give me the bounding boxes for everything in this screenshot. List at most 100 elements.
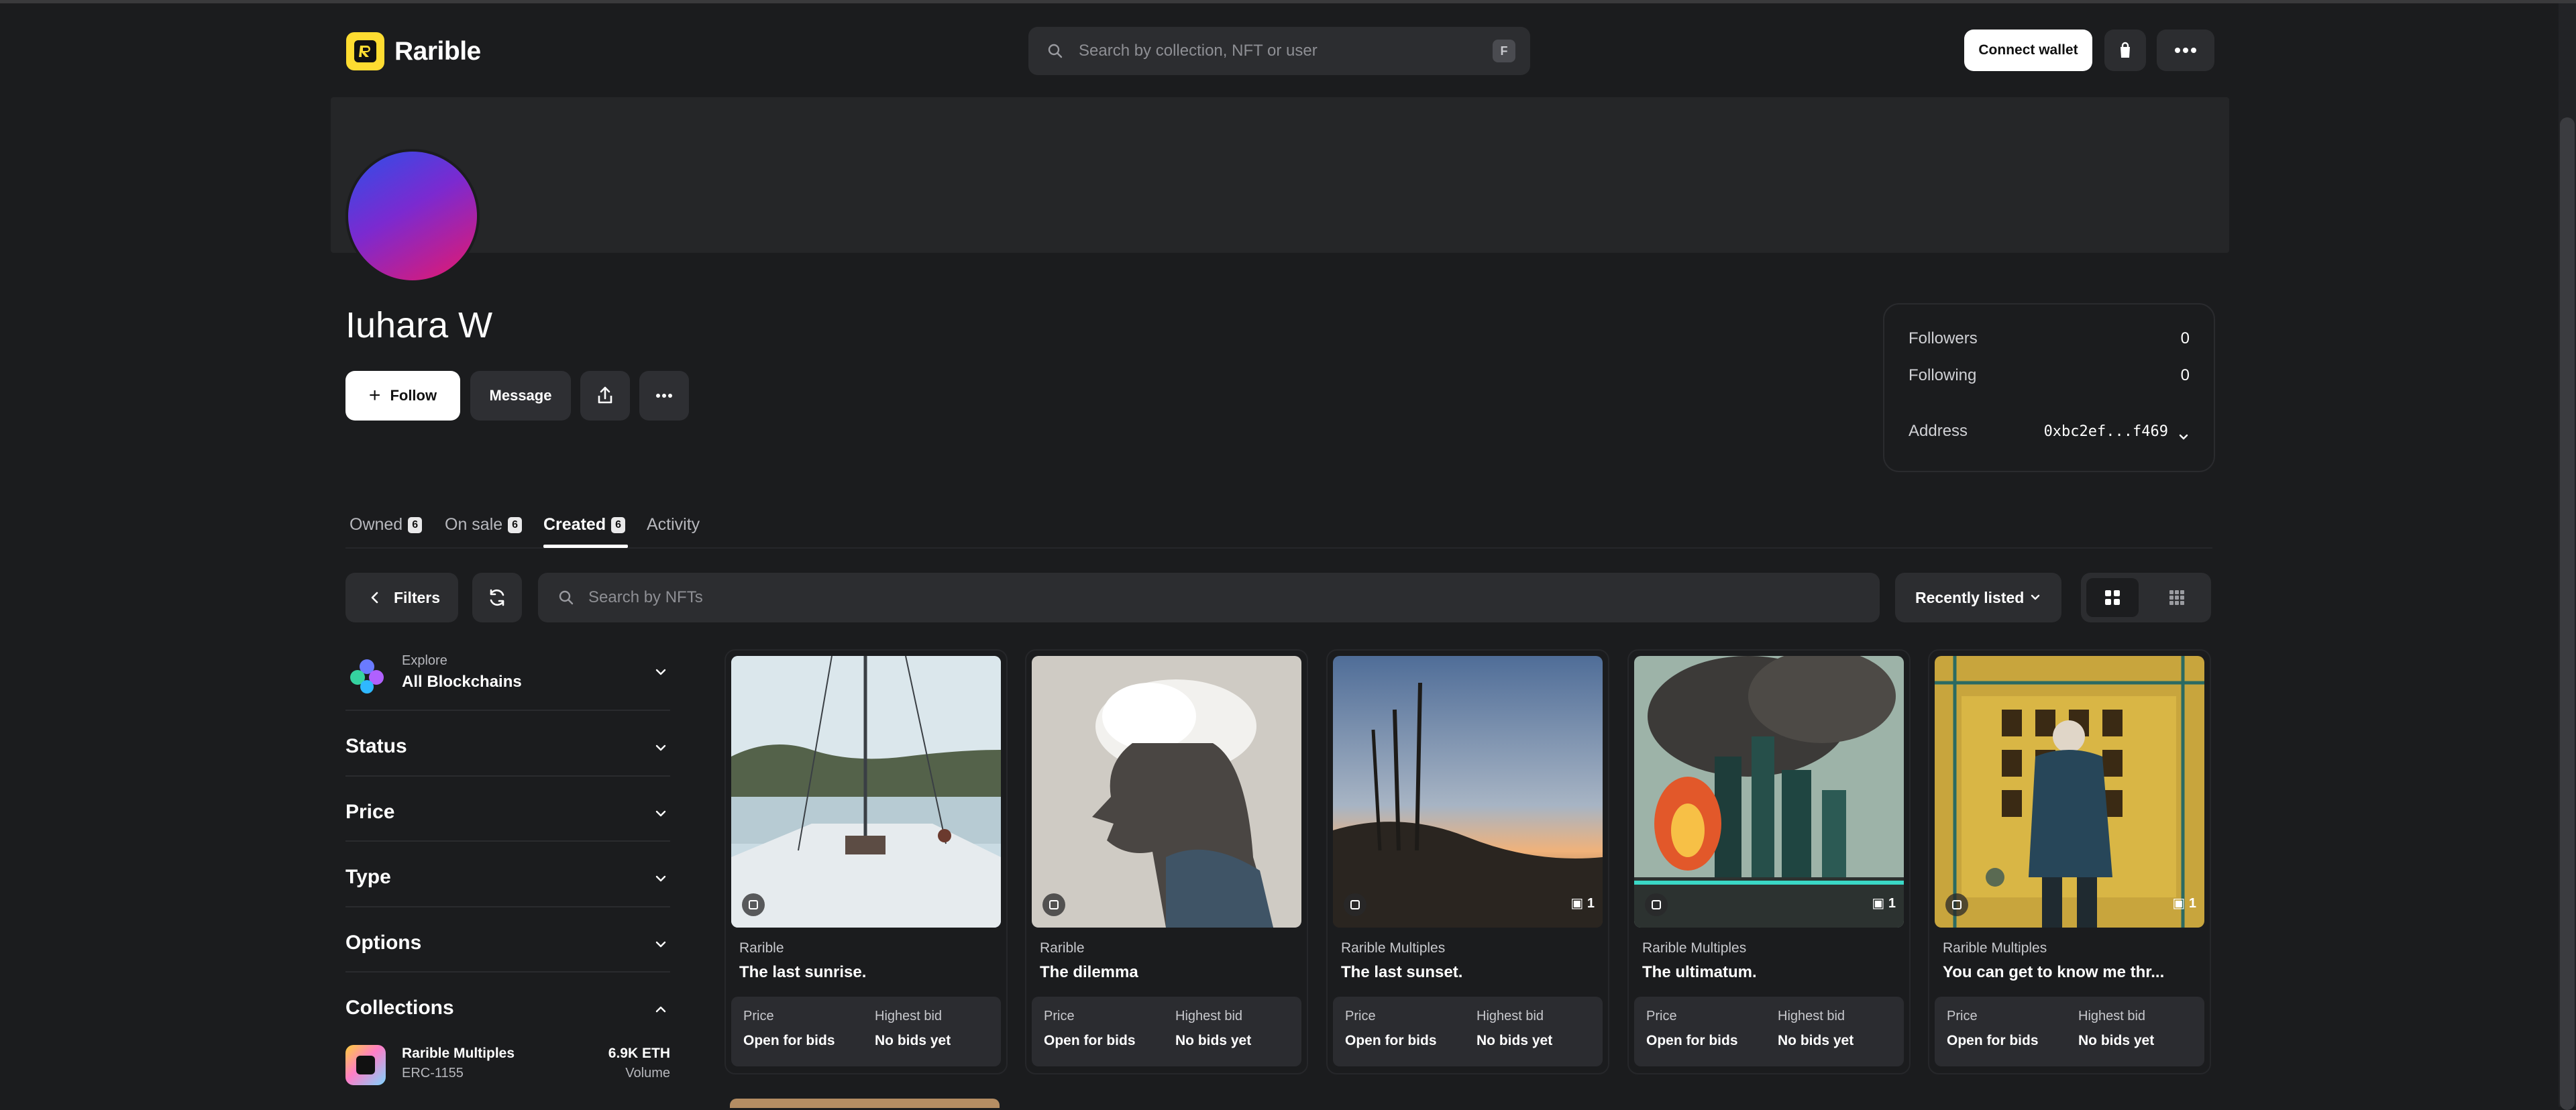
facet-type[interactable]: Type [345, 857, 670, 897]
price-label: Price [1044, 1009, 1075, 1023]
page-scrollbar[interactable] [2559, 3, 2576, 1110]
collection-volume: 6.9K ETH [608, 1046, 670, 1061]
profile-name: Iuhara W [345, 305, 493, 345]
nft-title[interactable]: The last sunset. [1341, 963, 1462, 982]
nft-title[interactable]: The ultimatum. [1642, 963, 1757, 982]
tab-created[interactable]: Created 6 [543, 508, 625, 541]
rarible-logo-icon[interactable] [346, 32, 384, 70]
nft-image-cage[interactable] [1935, 656, 2204, 928]
nft-collection[interactable]: Rarible [1040, 940, 1085, 956]
following-label: Following [1909, 366, 1977, 384]
grid-small-view-button[interactable] [2151, 578, 2203, 617]
facet-options[interactable]: Options [345, 923, 670, 963]
tab-activity[interactable]: Activity [647, 508, 700, 541]
nft-title[interactable]: The last sunrise. [739, 963, 866, 982]
sort-dropdown[interactable]: Recently listed [1895, 573, 2061, 622]
highest-bid-value: No bids yet [1477, 1033, 1553, 1048]
collection-volume-label: Volume [625, 1066, 670, 1080]
blockchain-value: All Blockchains [402, 673, 522, 691]
following-value: 0 [2180, 366, 2190, 384]
more-menu-button[interactable] [2157, 30, 2214, 71]
bag-button[interactable] [2104, 30, 2146, 71]
connect-wallet-button[interactable]: Connect wallet [1964, 30, 2092, 71]
collection-avatar [345, 1045, 386, 1085]
highest-bid-value: No bids yet [1175, 1033, 1252, 1048]
nft-title[interactable]: The dilemma [1040, 963, 1138, 982]
address-row[interactable]: Address 0xbc2ef...f469 [1909, 418, 2190, 445]
nft-price-box: Price Open for bids Highest bid No bids … [1935, 997, 2204, 1066]
nft-title[interactable]: You can get to know me thr... [1943, 963, 2164, 982]
address-value: 0xbc2ef...f469 [2043, 423, 2168, 440]
price-label: Price [1345, 1009, 1376, 1023]
scrollbar-thumb[interactable] [2560, 117, 2575, 1110]
edition-count: ▣ 1 [2172, 896, 2196, 911]
price-value: Open for bids [743, 1033, 835, 1048]
price-label: Price [1947, 1009, 1978, 1023]
nft-image-sunset[interactable] [1333, 656, 1603, 928]
nft-collection[interactable]: Rarible [739, 940, 784, 956]
chevron-down-icon [655, 810, 666, 817]
grid-large-view-button[interactable] [2086, 578, 2139, 617]
followers-row[interactable]: Followers 0 [1909, 325, 2190, 352]
sidebar-divider [345, 971, 670, 973]
blockchain-selector[interactable]: Explore All Blockchains [345, 651, 670, 708]
nft-card[interactable]: ▣ 1 Rarible Multiples The last sunset. P… [1326, 649, 1609, 1074]
nft-price-box: Price Open for bids Highest bid No bids … [1634, 997, 1904, 1066]
nft-collection[interactable]: Rarible Multiples [1943, 940, 2047, 956]
nft-image-sailboat[interactable] [731, 656, 1001, 928]
search-shortcut-key: F [1493, 40, 1515, 62]
filters-label: Filters [394, 589, 441, 606]
nft-search-input[interactable]: Search by NFTs [588, 573, 703, 622]
price-value: Open for bids [1345, 1033, 1437, 1048]
nft-card[interactable]: ▣ 1 Rarible Multiples You can get to kno… [1928, 649, 2211, 1074]
follow-label: Follow [390, 387, 437, 404]
price-label: Price [1646, 1009, 1677, 1023]
rarible-badge-icon [742, 893, 765, 916]
filters-button[interactable]: Filters [345, 573, 458, 622]
nft-price-box: Price Open for bids Highest bid No bids … [1333, 997, 1603, 1066]
highest-bid-label: Highest bid [1778, 1009, 1845, 1023]
nft-card[interactable]: ▣ 1 Rarible Multiples The ultimatum. Pri… [1627, 649, 1911, 1074]
share-button[interactable] [580, 371, 630, 421]
profile-more-button[interactable] [639, 371, 689, 421]
edition-count: ▣ 1 [1872, 896, 1896, 911]
profile-cover [331, 97, 2229, 253]
rarible-badge-icon [1344, 893, 1366, 916]
nft-image-burning-city[interactable] [1634, 656, 1904, 928]
facet-price[interactable]: Price [345, 792, 670, 832]
refresh-button[interactable] [472, 573, 522, 622]
chevron-down-icon [655, 744, 666, 751]
tab-owned[interactable]: Owned 6 [350, 508, 423, 541]
logo-text[interactable]: Rarible [394, 34, 481, 70]
edition-count: ▣ 1 [1570, 896, 1595, 911]
highest-bid-value: No bids yet [1778, 1033, 1854, 1048]
sort-label: Recently listed [1915, 589, 2025, 606]
plus-icon: + [368, 384, 381, 406]
global-search[interactable]: Search by collection, NFT or user F [1028, 27, 1530, 75]
collection-item[interactable]: Rarible Multiples ERC-1155 6.9K ETH Volu… [345, 1043, 670, 1090]
global-search-input[interactable]: Search by collection, NFT or user [1079, 27, 1318, 75]
nft-card[interactable]: Rarible The dilemma Price Open for bids … [1025, 649, 1308, 1074]
highest-bid-label: Highest bid [875, 1009, 943, 1023]
tab-on-sale[interactable]: On sale 6 [445, 508, 523, 541]
follow-button[interactable]: + Follow [345, 371, 460, 421]
profile-stats-card: Followers 0 Following 0 Address 0xbc2ef.… [1883, 303, 2215, 472]
nft-search[interactable]: Search by NFTs [538, 573, 1880, 622]
nft-image-portrait[interactable] [1032, 656, 1301, 928]
highest-bid-label: Highest bid [2078, 1009, 2146, 1023]
message-button[interactable]: Message [470, 371, 571, 421]
tab-count: 6 [508, 517, 523, 533]
nft-card[interactable]: Rarible The last sunrise. Price Open for… [724, 649, 1008, 1074]
nft-collection[interactable]: Rarible Multiples [1341, 940, 1445, 956]
blockchain-caption: Explore [402, 653, 447, 668]
following-row[interactable]: Following 0 [1909, 362, 2190, 389]
highest-bid-label: Highest bid [1477, 1009, 1544, 1023]
nft-price-box: Price Open for bids Highest bid No bids … [731, 997, 1001, 1066]
facet-collections[interactable]: Collections [345, 988, 670, 1028]
browser-top-border [0, 0, 2576, 3]
rarible-badge-icon [1945, 893, 1968, 916]
facet-status[interactable]: Status [345, 726, 670, 767]
chevron-down-icon[interactable] [2178, 425, 2190, 451]
sidebar-divider [345, 775, 670, 777]
nft-collection[interactable]: Rarible Multiples [1642, 940, 1746, 956]
